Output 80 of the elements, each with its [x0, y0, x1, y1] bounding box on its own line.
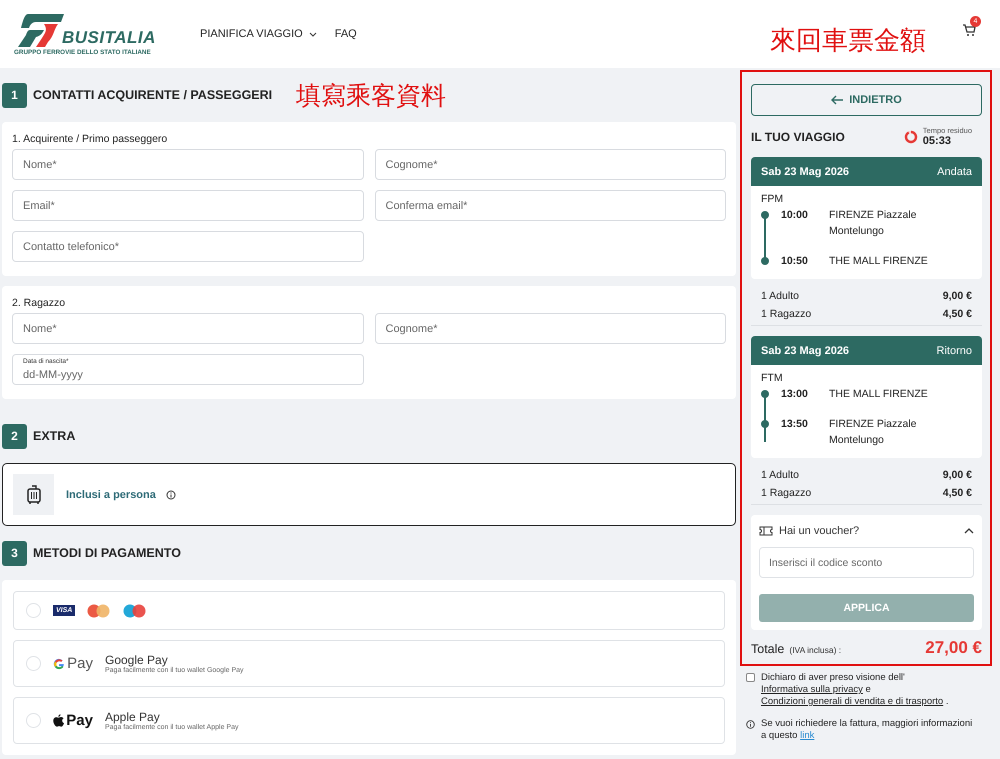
- stop-dot: [761, 257, 769, 265]
- summary-title: IL TUO VIAGGIO: [751, 130, 845, 144]
- input-field[interactable]: Nome*: [12, 149, 364, 180]
- brand-name: BUSITALIA: [62, 28, 156, 48]
- invoice-note: Se vuoi richiedere la fattura, maggiori informazioni a questo link: [761, 718, 974, 742]
- mastercard-icon: [87, 604, 112, 618]
- stop-dot: [761, 211, 769, 219]
- total-label: Totale: [751, 642, 784, 656]
- fare-label: 1 Ragazzo: [761, 486, 812, 501]
- cart-icon[interactable]: [962, 23, 976, 37]
- input-field[interactable]: Nome*: [12, 313, 364, 344]
- step-number: 3: [2, 540, 27, 566]
- vat-note: (IVA inclusa) :: [789, 645, 842, 655]
- timer-ring-icon: [904, 130, 918, 144]
- back-button[interactable]: INDIETRO: [751, 84, 982, 116]
- stop-name: FIRENZE Piazzale Montelungo: [829, 417, 918, 448]
- input-field[interactable]: Cognome*: [374, 149, 726, 180]
- arrow-left-icon: [831, 95, 844, 105]
- nav-link[interactable]: PIANIFICA VIAGGIO: [200, 28, 317, 40]
- input-field[interactable]: Cognome*: [374, 313, 726, 344]
- radio-button[interactable]: [26, 603, 41, 618]
- input-field[interactable]: Conferma email*: [374, 190, 726, 221]
- stop-time: 13:50: [781, 417, 809, 432]
- timer-value: 05:33: [922, 135, 952, 147]
- voucher-toggle[interactable]: Hai un voucher?: [779, 525, 860, 537]
- step-number: 1: [2, 82, 27, 108]
- trip-date: Sab 23 Mag 2026: [761, 344, 850, 356]
- section-title: METODI DI PAGAMENTO: [33, 546, 181, 560]
- stop-time: 13:00: [781, 387, 809, 402]
- section-title: EXTRA: [33, 429, 76, 443]
- stop-dot: [761, 420, 769, 428]
- payment-name: Apple Pay: [105, 710, 161, 724]
- trip-date: Sab 23 Mag 2026: [761, 166, 850, 178]
- luggage-icon: [26, 484, 40, 504]
- stop-dot: [761, 390, 769, 398]
- terms-link[interactable]: Condizioni generali di vendita e di trasporto: [761, 696, 944, 707]
- maestro-icon: [123, 604, 148, 618]
- route-code: FTM: [761, 372, 784, 384]
- total-amount: 27,00 €: [925, 638, 982, 658]
- payment-name: Google Pay: [105, 653, 169, 667]
- input-field[interactable]: Email*: [12, 190, 364, 221]
- route-code: FPM: [761, 193, 784, 205]
- fare-label: 1 Adulto: [761, 468, 799, 483]
- fare-price: 4,50 €: [942, 307, 972, 322]
- stop-name: FIRENZE Piazzale Montelungo: [829, 208, 918, 239]
- apple-icon: [53, 714, 64, 728]
- fare-price: 9,00 €: [942, 468, 972, 483]
- fare-label: 1 Ragazzo: [761, 307, 812, 322]
- fare-price: 4,50 €: [942, 486, 972, 501]
- step-number: 2: [2, 424, 27, 448]
- stop-time: 10:00: [781, 208, 809, 223]
- info-icon[interactable]: [166, 490, 176, 500]
- stop-time: 10:50: [781, 254, 809, 269]
- stop-name: THE MALL FIRENZE: [829, 254, 929, 269]
- stop-name: THE MALL FIRENZE: [829, 387, 929, 402]
- trip-direction: Ritorno: [936, 344, 972, 356]
- annotation-text: 填寫乘客資料: [296, 80, 446, 112]
- extra-label[interactable]: Inclusi a persona: [66, 488, 156, 500]
- radio-button[interactable]: [26, 656, 41, 671]
- voucher-input[interactable]: Inserisci il codice sconto: [759, 547, 974, 578]
- google-g-icon: [53, 656, 66, 670]
- chevron-down-icon: [308, 32, 317, 36]
- terms-link[interactable]: Informativa sulla privacy: [761, 684, 863, 695]
- chevron-up-icon[interactable]: [964, 528, 974, 534]
- passenger-label: 2. Ragazzo: [12, 297, 66, 309]
- fare-price: 9,00 €: [942, 289, 972, 304]
- info-icon: [746, 720, 755, 729]
- fare-label: 1 Adulto: [761, 289, 799, 304]
- annotation-text: 來回車票金額: [770, 24, 926, 58]
- pay-logo-text: Pay: [67, 655, 93, 672]
- radio-button[interactable]: [26, 713, 41, 728]
- consent-checkbox[interactable]: [746, 673, 755, 682]
- nav-link[interactable]: FAQ: [334, 28, 357, 40]
- pay-logo-text: Pay: [66, 712, 93, 729]
- ticket-icon: [759, 526, 773, 536]
- input-field[interactable]: Contatto telefonico*: [12, 231, 364, 262]
- passenger-label: 1. Acquirente / Primo passeggero: [12, 133, 168, 145]
- consent-text: Dichiaro di aver preso visione dell' Informativa sulla privacy e Condizioni generali di vendita e di trasporto .: [761, 672, 950, 708]
- trip-direction: Andata: [937, 166, 972, 178]
- section-title: CONTATTI ACQUIRENTE / PASSEGGERI: [33, 88, 272, 102]
